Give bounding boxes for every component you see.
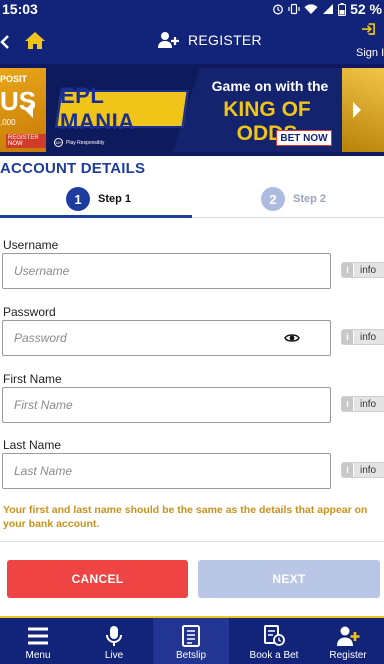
- password-label: Password: [3, 305, 56, 319]
- battery-percentage: 52 %: [350, 1, 382, 17]
- nav-label: Menu: [25, 650, 51, 661]
- peek-text-3: ,000: [0, 118, 16, 127]
- next-button[interactable]: NEXT: [198, 560, 380, 598]
- sign-in-label[interactable]: Sign In: [356, 47, 384, 59]
- peek-text-1: POSIT: [0, 74, 28, 84]
- password-info-button[interactable]: i info: [341, 329, 384, 345]
- bet-now-button[interactable]: BET NOW: [276, 130, 332, 146]
- cancel-button[interactable]: CANCEL: [7, 560, 188, 598]
- battery-icon: [338, 2, 347, 16]
- form-divider: [0, 541, 384, 542]
- page-title: REGISTER: [188, 32, 262, 48]
- nav-item-register[interactable]: Register: [310, 618, 384, 664]
- first-name-info-button[interactable]: i info: [341, 396, 384, 412]
- nav-label: Register: [329, 650, 367, 661]
- username-label: Username: [3, 238, 59, 252]
- nav-label: Live: [104, 650, 124, 661]
- info-label: info: [360, 464, 377, 476]
- name-match-note: Your first and last name should be the s…: [3, 504, 368, 531]
- section-title: ACCOUNT DETAILS: [0, 160, 146, 177]
- sign-in-icon[interactable]: [360, 23, 384, 45]
- status-bar: 15:03 52 %: [0, 0, 384, 20]
- promo-banner[interactable]: POSIT US ,000 REGISTER NOW EPL MANIA Gam…: [0, 64, 384, 156]
- status-time: 15:03: [2, 1, 38, 17]
- username-field[interactable]: [2, 253, 331, 289]
- add-user-icon: [337, 626, 360, 646]
- register-title: REGISTER: [158, 31, 262, 49]
- peek-cta: REGISTER NOW: [6, 134, 46, 148]
- add-user-icon: [158, 32, 179, 48]
- app-header: REGISTER Sign In: [0, 20, 384, 64]
- step-label: Step 1: [98, 193, 132, 205]
- nav-item-book-a-bet[interactable]: Book a Bet: [236, 618, 312, 664]
- back-arrow-icon[interactable]: [0, 32, 10, 52]
- banner-slide[interactable]: EPL MANIA Game on with the KING OF ODDS …: [46, 68, 342, 152]
- password-field[interactable]: [2, 320, 331, 356]
- show-password-icon[interactable]: [284, 331, 300, 345]
- nav-label: Betslip: [175, 650, 206, 661]
- step-1[interactable]: 1 Step 1: [66, 187, 131, 211]
- username-input[interactable]: [3, 254, 330, 288]
- last-name-info-button[interactable]: i info: [341, 462, 384, 478]
- info-icon: i: [342, 463, 354, 477]
- status-icons: 52 %: [272, 1, 382, 17]
- step-label: Step 2: [293, 193, 327, 205]
- epl-mania-logo: EPL MANIA: [55, 83, 189, 134]
- password-input[interactable]: [3, 321, 330, 355]
- nav-label: Book a Bet: [249, 650, 299, 661]
- first-name-field[interactable]: [2, 387, 331, 423]
- register-screen: 15:03 52 % REGISTER Sign In POSIT US ,00…: [0, 0, 384, 664]
- step-number: 2: [261, 187, 285, 211]
- info-label: info: [360, 331, 377, 343]
- betslip-icon: [182, 625, 200, 647]
- responsible-text: Play Responsibly: [66, 139, 105, 146]
- last-name-input[interactable]: [3, 454, 330, 488]
- carousel-prev-icon[interactable]: [22, 100, 36, 120]
- info-icon: i: [342, 330, 354, 344]
- step-indicator: 1 Step 1 2 Step 2: [0, 182, 384, 218]
- nav-item-live[interactable]: Live: [76, 618, 152, 664]
- username-info-button[interactable]: i info: [341, 262, 384, 278]
- signal-icon: [323, 4, 334, 14]
- logo-text: EPL MANIA: [60, 83, 135, 134]
- microphone-icon: [106, 626, 122, 646]
- book-clock-icon: [264, 625, 285, 646]
- info-icon: i: [342, 263, 354, 277]
- vibrate-icon: [288, 3, 300, 15]
- responsible-gambling: 18+ Play Responsibly: [54, 138, 104, 147]
- carousel-next-icon[interactable]: [350, 100, 364, 120]
- last-name-field[interactable]: [2, 453, 331, 489]
- banner-headline: Game on with the: [211, 78, 329, 94]
- hamburger-icon: [28, 627, 48, 645]
- step-2[interactable]: 2 Step 2: [261, 187, 326, 211]
- bottom-nav: Menu Live Betslip Book a Bet Register: [0, 616, 384, 664]
- nav-item-betslip[interactable]: Betslip: [153, 618, 229, 664]
- first-name-input[interactable]: [3, 388, 330, 422]
- age-badge: 18+: [54, 138, 63, 147]
- info-label: info: [360, 398, 377, 410]
- step-number: 1: [66, 187, 90, 211]
- active-step-underline: [0, 215, 192, 218]
- info-label: info: [360, 264, 377, 276]
- wifi-icon: [304, 4, 318, 15]
- info-icon: i: [342, 397, 354, 411]
- first-name-label: First Name: [3, 372, 62, 386]
- nav-item-menu[interactable]: Menu: [0, 618, 76, 664]
- last-name-label: Last Name: [3, 438, 62, 452]
- home-icon[interactable]: [24, 30, 46, 52]
- alarm-icon: [273, 4, 284, 15]
